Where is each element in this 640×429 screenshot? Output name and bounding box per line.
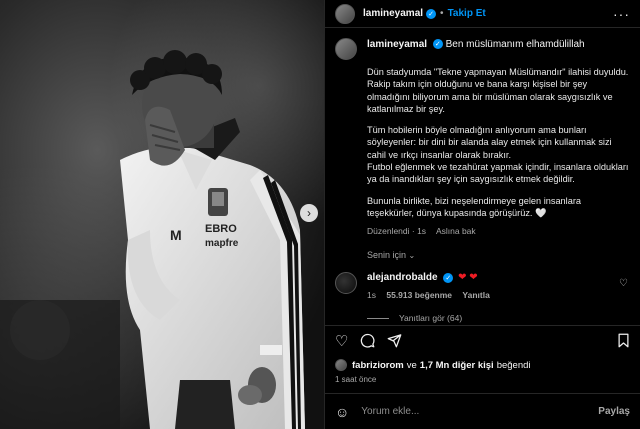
caption-body: Dün stadyumda "Tekne yapmayan Müslümandı… (367, 66, 630, 219)
caption-title-text: Ben müslümanım elhamdülillah (445, 39, 585, 50)
comment-bar: ☺ Paylaş (325, 393, 640, 429)
comment-body: alejandrobalde ✓ ❤ ❤ 1s 55.913 beğenme Y… (367, 272, 630, 300)
emoji-icon[interactable]: ☺ (335, 404, 349, 420)
translate-link[interactable]: Aslına bak (436, 226, 476, 236)
header-separator: • (440, 8, 444, 19)
more-options-icon[interactable]: ··· (613, 6, 630, 22)
jersey-sponsor-ebro: EBRO (205, 223, 237, 235)
author-username[interactable]: lamineyamal (363, 8, 423, 19)
verified-badge-icon: ✓ (426, 8, 437, 19)
comment-likes[interactable]: 55.913 beğenme (386, 290, 452, 300)
caption-verified-icon: ✓ (432, 39, 443, 50)
replies-divider (367, 317, 389, 319)
svg-text:M: M (170, 227, 182, 243)
edited-label: Düzenlendi · 1s (367, 226, 427, 237)
bookmark-icon[interactable] (617, 333, 630, 351)
action-bar: ♡ (325, 325, 640, 357)
likes-others[interactable]: 1,7 Mn diğer kişi (420, 360, 494, 371)
caption-meta: Düzenlendi · 1s Aslına bak (367, 226, 630, 236)
like-icon[interactable]: ♡ (335, 334, 348, 349)
caption-paragraph-1: Dün stadyumda "Tekne yapmayan Müslümandı… (367, 67, 629, 114)
comment-like-icon[interactable]: ♡ (619, 278, 628, 289)
liker-avatar[interactable] (335, 359, 347, 371)
post-header: lamineyamal ✓ • Takip Et ··· (325, 0, 640, 28)
caption-title: lamineyamal ✓ Ben müslümanım elhamdülill… (367, 38, 585, 51)
caption-paragraph-3: Bununla birlikte, bizi neşelendirmeye ge… (367, 195, 581, 218)
likes-suffix: beğendi (496, 359, 531, 371)
comment-input[interactable] (361, 406, 599, 417)
next-image-button[interactable]: › (300, 204, 318, 222)
author-avatar[interactable] (335, 3, 355, 24)
player-illustration: M EBRO mapfre (0, 50, 305, 429)
post-content: lamineyamal ✓ Ben müslümanım elhamdülill… (325, 28, 640, 325)
reply-button[interactable]: Yanıtla (462, 290, 489, 300)
post-time: 1 saat önce (335, 375, 377, 384)
post-photo[interactable]: M EBRO mapfre › (0, 0, 324, 429)
commenter-username[interactable]: alejandrobalde (367, 272, 438, 283)
caption-username[interactable]: lamineyamal (367, 39, 427, 50)
for-you-toggle[interactable]: Senin için ⌄ (367, 250, 630, 260)
caption-avatar[interactable] (335, 38, 357, 60)
likes-summary: fabriziorom ve 1,7 Mn diğer kişi beğendi (325, 357, 640, 373)
comment-text: ❤ ❤ (458, 272, 478, 284)
caption-paragraph-2: Tüm hobilerin böyle olmadığını anlıyorum… (367, 125, 629, 185)
jersey-sponsor-mapfre: mapfre (205, 238, 239, 249)
post-comment-button[interactable]: Paylaş (598, 406, 630, 417)
send-icon[interactable] (387, 333, 402, 351)
comment-icon[interactable] (360, 333, 375, 351)
comment-meta: 1s 55.913 beğenme Yanıtla (367, 290, 630, 300)
post-side-panel: lamineyamal ✓ • Takip Et ··· lamineyamal… (324, 0, 640, 429)
for-you-label: Senin için (367, 250, 407, 261)
view-replies-label: Yanıtları gör (64) (399, 313, 463, 324)
commenter-verified-icon: ✓ (443, 272, 454, 283)
view-replies-button[interactable]: Yanıtları gör (64) (367, 313, 630, 323)
comment-item: alejandrobalde ✓ ❤ ❤ 1s 55.913 beğenme Y… (335, 272, 630, 300)
comment-line: alejandrobalde ✓ ❤ ❤ (367, 272, 630, 283)
caption: lamineyamal ✓ Ben müslümanım elhamdülill… (335, 38, 630, 60)
chevron-down-icon: ⌄ (408, 251, 416, 261)
comment-time: 1s (367, 290, 376, 301)
liker-username[interactable]: fabriziorom (352, 360, 404, 371)
commenter-avatar[interactable] (335, 272, 357, 295)
likes-conjunction: ve (406, 359, 417, 371)
follow-button[interactable]: Takip Et (448, 8, 486, 19)
